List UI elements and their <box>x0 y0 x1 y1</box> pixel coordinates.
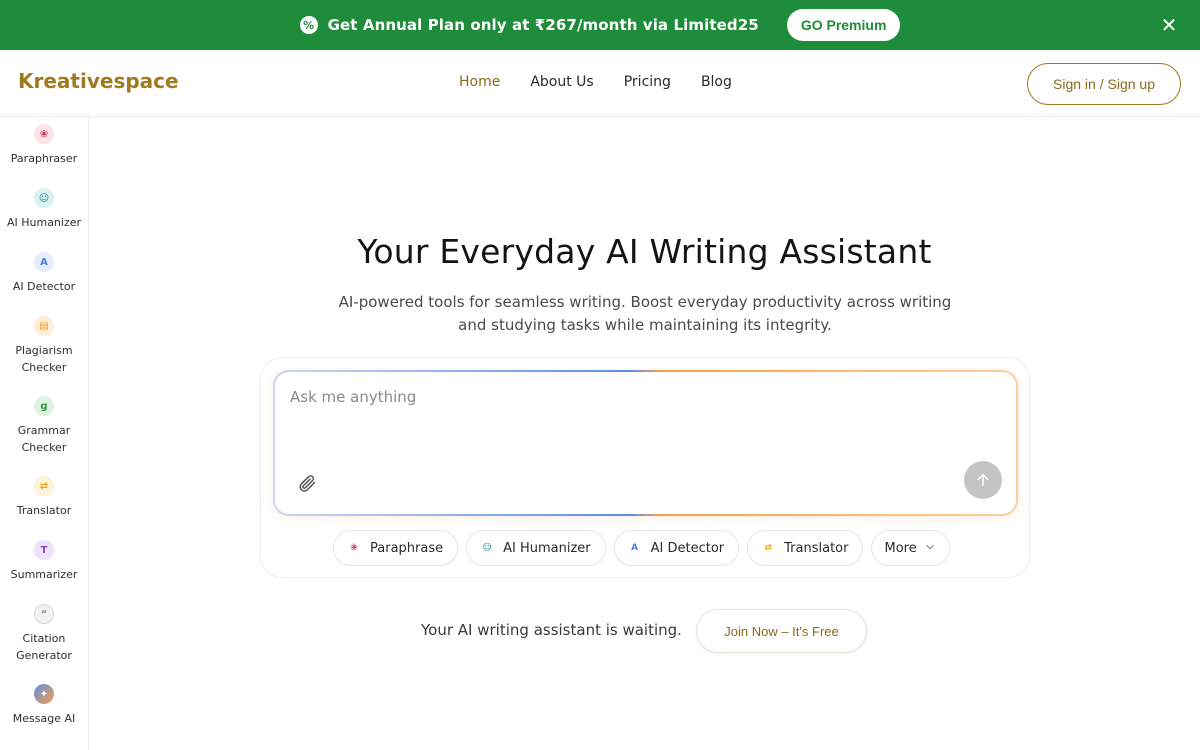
chevron-down-icon <box>925 541 935 556</box>
nav-about-us[interactable]: About Us <box>530 74 593 90</box>
paperclip-icon[interactable] <box>297 473 317 493</box>
go-premium-button[interactable]: GO Premium <box>786 9 901 41</box>
sidebar-item-citation-generator[interactable]: “ Citation Generator <box>0 604 88 664</box>
sidebar-item-translator[interactable]: ⇄ Translator <box>0 476 88 519</box>
humanizer-icon: ☺ <box>482 543 492 553</box>
sidebar-item-plagiarism-checker[interactable]: ▤ Plagiarism Checker <box>0 316 88 376</box>
promo-banner: % Get Annual Plan only at ₹267/month via… <box>0 0 1200 50</box>
send-button[interactable] <box>964 461 1002 499</box>
chip-paraphrase[interactable]: ❀ Paraphrase <box>333 530 459 566</box>
translator-icon: ⇄ <box>764 543 772 553</box>
sidebar-item-label: Grammar Checker <box>17 424 71 454</box>
sidebar-item-summarizer[interactable]: T Summarizer <box>0 540 88 583</box>
message-ai-icon: ✦ <box>34 684 54 704</box>
chip-label: AI Humanizer <box>503 540 591 556</box>
sidebar-item-label: Summarizer <box>10 568 78 581</box>
hero-subtitle: AI-powered tools for seamless writing. B… <box>338 293 952 334</box>
chat-card: Ask me anything ❀ Paraphrase ☺ AI Humani… <box>260 357 1030 578</box>
chip-ai-detector[interactable]: A AI Detector <box>613 530 740 566</box>
sidebar-item-paraphraser[interactable]: ❀ Paraphraser <box>0 124 88 167</box>
arrow-up-icon <box>977 473 989 487</box>
sidebar-item-label: Paraphraser <box>10 152 78 165</box>
sidebar-item-label: Message AI <box>12 712 76 725</box>
chip-label: More <box>884 540 917 556</box>
citation-icon: “ <box>34 604 54 624</box>
logo[interactable]: Kreativespace <box>18 69 179 93</box>
humanizer-icon: ☺ <box>34 188 54 208</box>
sidebar-item-label: Citation Generator <box>16 632 72 662</box>
main-nav: Home About Us Pricing Blog <box>459 74 732 90</box>
chip-label: Translator <box>784 540 849 556</box>
nav-blog[interactable]: Blog <box>701 74 732 90</box>
chip-translator[interactable]: ⇄ Translator <box>747 530 864 566</box>
close-icon[interactable]: ✕ <box>1158 14 1180 36</box>
grammar-icon: g <box>34 396 54 416</box>
sidebar-item-label: Plagiarism Checker <box>15 344 73 374</box>
sidebar-item-message-ai[interactable]: ✦ Message AI <box>0 684 88 727</box>
summarizer-icon: T <box>34 540 54 560</box>
tools-sidebar: ❀ Paraphraser ☺ AI Humanizer A AI Detect… <box>0 117 89 750</box>
plagiarism-icon: ▤ <box>34 316 54 336</box>
chip-more[interactable]: More <box>871 530 950 566</box>
site-header: Kreativespace Home About Us Pricing Blog… <box>0 50 1200 117</box>
sidebar-item-label: AI Detector <box>12 280 76 293</box>
ai-detector-icon: A <box>34 252 54 272</box>
prompt-placeholder: Ask me anything <box>290 388 417 406</box>
paraphrase-icon: ❀ <box>350 543 358 553</box>
discount-badge-icon: % <box>299 16 318 34</box>
nav-pricing[interactable]: Pricing <box>624 74 671 90</box>
chip-ai-humanizer[interactable]: ☺ AI Humanizer <box>466 530 606 566</box>
sidebar-item-label: Translator <box>16 504 72 517</box>
ai-detector-icon: A <box>631 543 639 553</box>
nav-home[interactable]: Home <box>459 74 500 90</box>
prompt-input[interactable]: Ask me anything <box>273 370 1018 516</box>
cta-text: Your AI writing assistant is waiting. <box>421 621 682 639</box>
join-now-button[interactable]: Join Now – It's Free <box>696 609 867 653</box>
sidebar-item-ai-detector[interactable]: A AI Detector <box>0 252 88 295</box>
paraphraser-icon: ❀ <box>34 124 54 144</box>
promo-content: % Get Annual Plan only at ₹267/month via… <box>299 9 901 41</box>
hero-title: Your Everyday AI Writing Assistant <box>357 232 932 271</box>
sign-in-button[interactable]: Sign in / Sign up <box>1027 63 1181 105</box>
sidebar-item-label: AI Humanizer <box>6 216 82 229</box>
chip-label: Paraphrase <box>370 540 444 556</box>
sidebar-item-grammar-checker[interactable]: g Grammar Checker <box>0 396 88 456</box>
tool-chips: ❀ Paraphrase ☺ AI Humanizer A AI Detecto… <box>333 530 950 566</box>
promo-text: Get Annual Plan only at ₹267/month via L… <box>327 16 759 34</box>
translator-icon: ⇄ <box>34 476 54 496</box>
sidebar-item-ai-humanizer[interactable]: ☺ AI Humanizer <box>0 188 88 231</box>
chip-label: AI Detector <box>650 540 725 556</box>
